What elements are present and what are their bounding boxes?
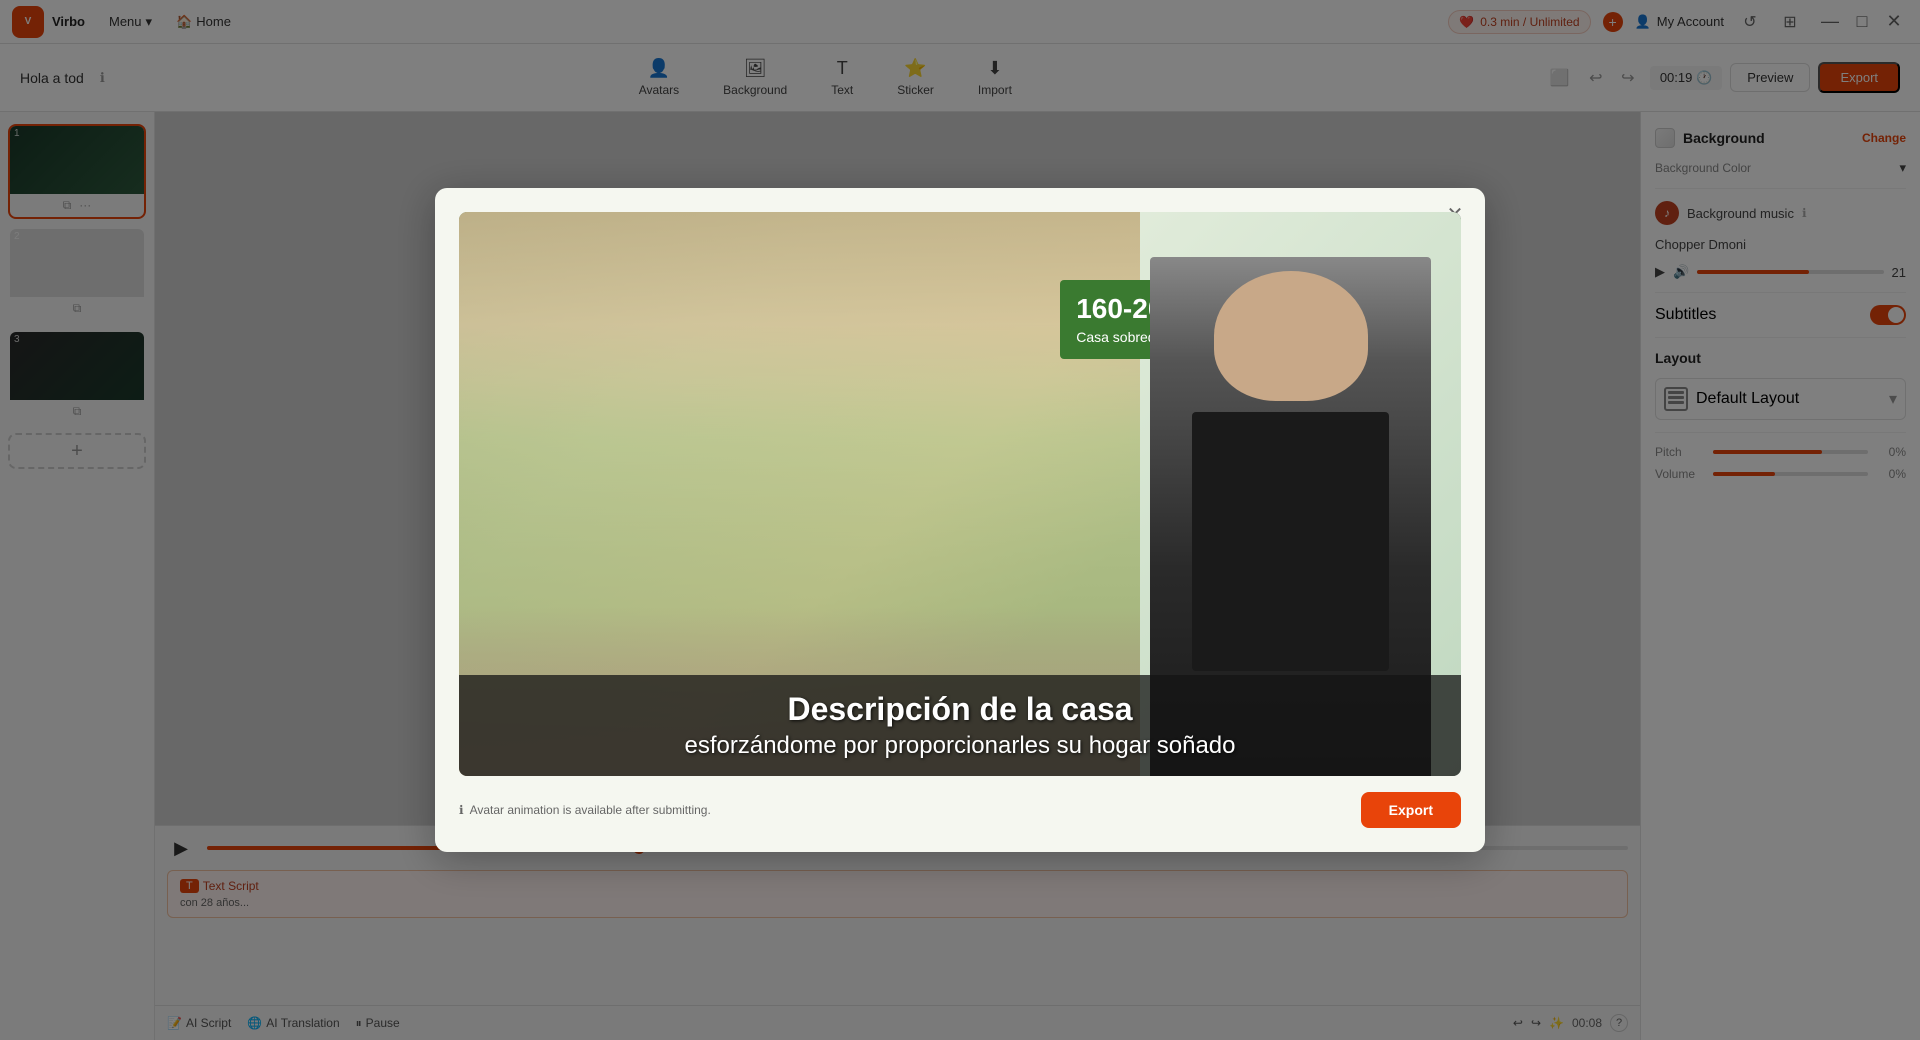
subtitle-line1: Descripción de la casa xyxy=(479,691,1441,728)
modal-info-text: Avatar animation is available after subm… xyxy=(470,803,711,817)
modal-footer: ℹ Avatar animation is available after su… xyxy=(459,792,1461,828)
avatar-suit xyxy=(1192,412,1388,671)
preview-modal: ✕ 160-208m² Casa sobredimensionada xyxy=(435,188,1485,852)
modal-preview-area: 160-208m² Casa sobredimensionada Descrip… xyxy=(459,212,1461,776)
modal-info-icon: ℹ xyxy=(459,803,464,817)
avatar-head xyxy=(1214,271,1368,401)
modal-overlay: ✕ 160-208m² Casa sobredimensionada xyxy=(0,0,1920,1040)
modal-info: ℹ Avatar animation is available after su… xyxy=(459,803,711,817)
modal-export-button[interactable]: Export xyxy=(1361,792,1461,828)
preview-subtitle-bar: Descripción de la casa esforzándome por … xyxy=(459,675,1461,776)
subtitle-line2: esforzándome por proporcionarles su hoga… xyxy=(479,732,1441,760)
